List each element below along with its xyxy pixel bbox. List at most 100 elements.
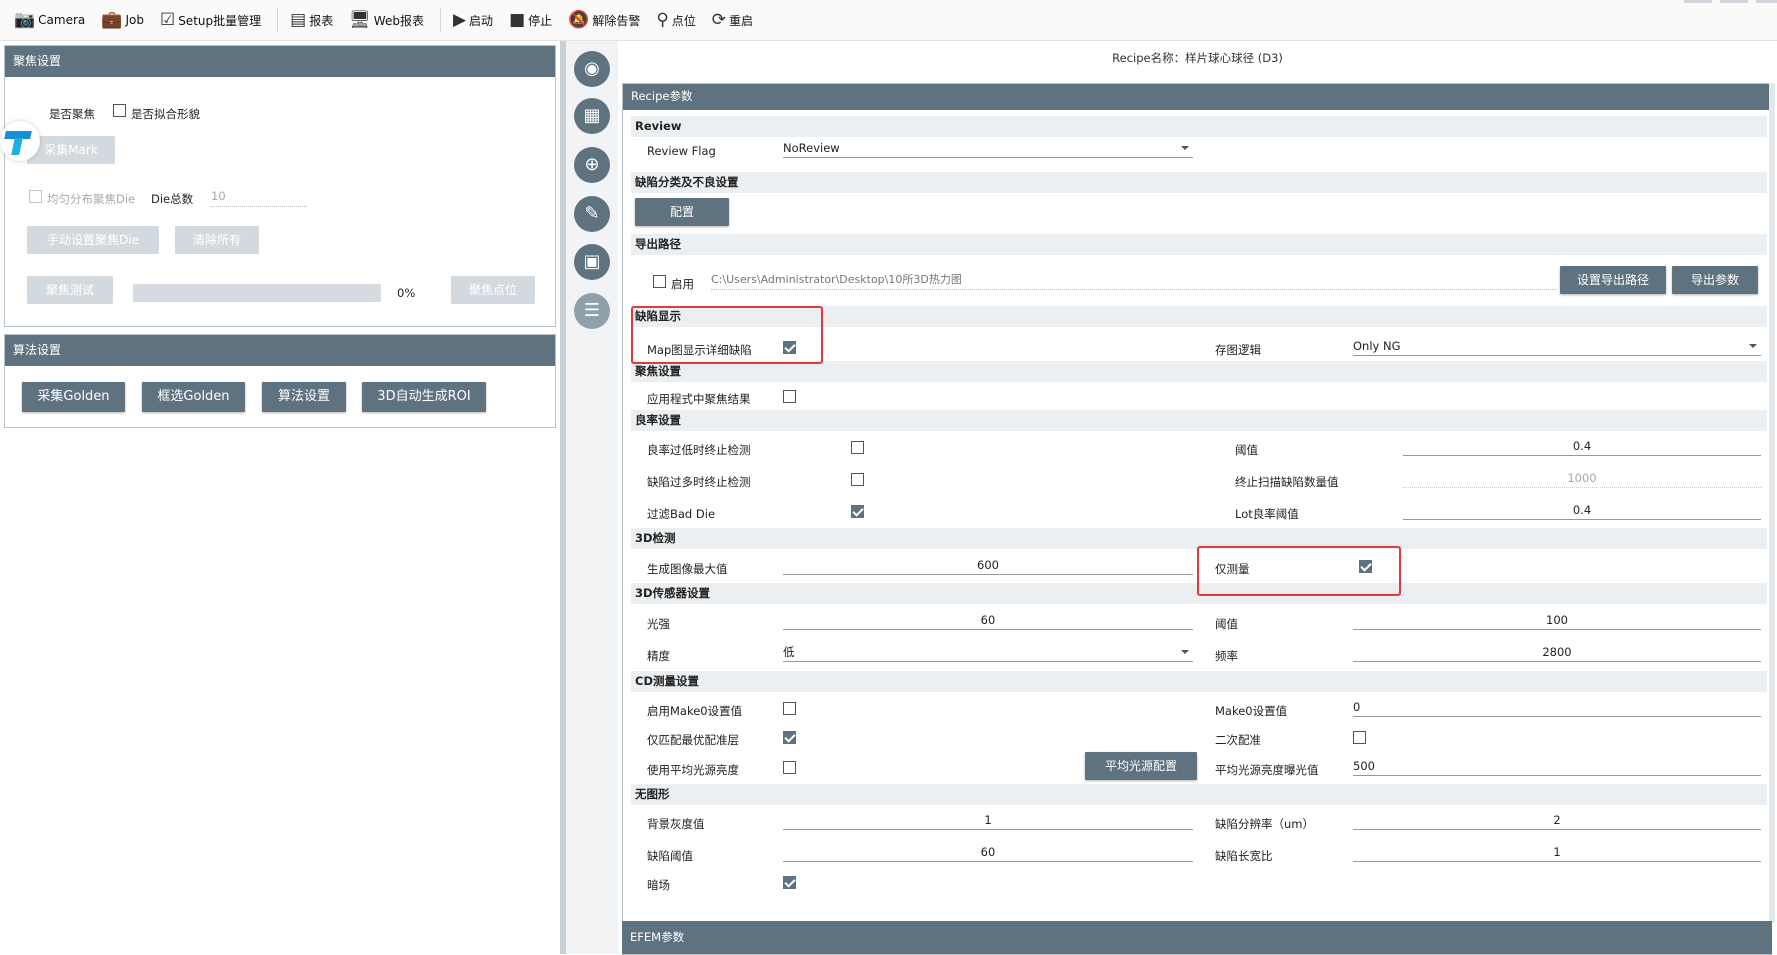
filter-bad-die-checkbox[interactable]: [851, 505, 864, 518]
recipe-name: Recipe名称：样片球心球径 (D3): [1112, 51, 1283, 65]
sensor-threshold-label: 阈值: [1215, 617, 1238, 631]
image-max-label: 生成图像最大值: [647, 562, 728, 576]
wafer-map-icon[interactable]: ▦: [574, 98, 610, 134]
light-intensity-input[interactable]: 60: [783, 610, 1193, 630]
report-button[interactable]: ▤ 报表: [284, 5, 339, 35]
stop-count-label: 终止扫描缺陷数量值: [1235, 475, 1339, 489]
lot-yield-input[interactable]: 0.4: [1403, 500, 1761, 520]
job-button[interactable]: 💼 Job: [95, 5, 150, 35]
window-minimize-button[interactable]: [1684, 0, 1712, 3]
focus-test-button[interactable]: 聚焦测试: [27, 276, 113, 304]
clear-alarm-button[interactable]: 🔕 解除告警: [562, 5, 646, 35]
export-enable-checkbox[interactable]: [653, 275, 666, 288]
fit-shape-checkbox[interactable]: [113, 104, 126, 117]
camera-icon[interactable]: ◉: [574, 51, 610, 87]
image-max-input[interactable]: 600: [783, 555, 1193, 575]
avg-light-checkbox[interactable]: [783, 761, 796, 774]
yield-threshold-label: 阈值: [1235, 443, 1258, 457]
highlight-measure-only: [1197, 546, 1401, 596]
web-report-icon: 🖥: [349, 9, 371, 30]
play-icon: ▶: [452, 9, 467, 30]
manual-die-button[interactable]: 手动设置聚焦Die: [27, 226, 159, 254]
camera-icon: 📷: [14, 9, 36, 30]
camera-button[interactable]: 📷 Camera: [8, 5, 91, 35]
set-export-path-button[interactable]: 设置导出路径: [1560, 266, 1666, 294]
uniform-die-label: 均匀分布聚焦Die: [47, 192, 136, 206]
make0-enable-checkbox[interactable]: [783, 702, 796, 715]
stop-count-input[interactable]: 1000: [1403, 468, 1761, 488]
image-icon[interactable]: ▣: [574, 244, 610, 280]
globe-settings-icon[interactable]: ⊕: [574, 147, 610, 183]
uniform-die-checkbox[interactable]: [29, 190, 42, 203]
start-button[interactable]: ▶ 启动: [447, 5, 499, 35]
window-maximize-button[interactable]: [1720, 0, 1748, 3]
save-logic-select[interactable]: Only NG: [1353, 336, 1761, 356]
low-yield-checkbox[interactable]: [851, 441, 864, 454]
avg-exposure-input[interactable]: 500: [1353, 756, 1761, 776]
make0-value-input[interactable]: 0: [1353, 697, 1761, 717]
recipe-params-panel: Recipe参数 Review Review Flag NoReview 缺陷分…: [622, 83, 1772, 955]
die-total-input[interactable]: 10: [211, 189, 307, 207]
recipe-scrollbar[interactable]: [1769, 83, 1775, 923]
algorithm-settings-button[interactable]: 算法设置: [262, 382, 346, 412]
web-report-button[interactable]: 🖥 Web报表: [343, 5, 430, 35]
restart-button[interactable]: ⟳ 重启: [706, 5, 759, 35]
focus-progress-text: 0%: [397, 286, 416, 300]
checklist-icon: ☑: [159, 9, 176, 30]
select-golden-button[interactable]: 框选Golden: [142, 382, 245, 412]
efem-params-header[interactable]: EFEM参数: [622, 921, 1772, 954]
focus-settings-panel: 聚焦设置 是否聚焦 是否拟合形貌 采集Mark 均匀分布聚焦Die Die总数 …: [4, 45, 556, 327]
clear-all-button[interactable]: 清除所有: [175, 226, 259, 254]
fit-shape-label: 是否拟合形貌: [131, 107, 200, 121]
save-logic-label: 存图逻辑: [1215, 343, 1261, 357]
focus-settings-header: 聚焦设置: [5, 46, 555, 77]
collect-golden-button[interactable]: 采集Golden: [22, 382, 125, 412]
yield-threshold-input[interactable]: 0.4: [1403, 436, 1761, 456]
highlight-defect-display: [631, 306, 823, 364]
section-export-path: 导出路径: [631, 234, 1767, 255]
checklist-icon[interactable]: ☰: [574, 293, 610, 329]
precision-label: 精度: [647, 649, 670, 663]
avg-light-config-button[interactable]: 平均光源配置: [1085, 752, 1197, 780]
section-defect-class: 缺陷分类及不良设置: [631, 172, 1767, 193]
collect-mark-button[interactable]: 采集Mark: [27, 136, 115, 164]
focus-point-button[interactable]: 聚焦点位: [451, 276, 535, 304]
die-total-label: Die总数: [151, 192, 194, 206]
defect-aspect-input[interactable]: 1: [1353, 842, 1761, 862]
review-flag-select[interactable]: NoReview: [783, 138, 1193, 158]
defect-aspect-label: 缺陷长宽比: [1215, 849, 1273, 863]
frequency-input[interactable]: 2800: [1353, 642, 1761, 662]
bg-gray-label: 背景灰度值: [647, 817, 705, 831]
too-many-defects-label: 缺陷过多时终止检测: [647, 475, 751, 489]
light-intensity-label: 光强: [647, 617, 670, 631]
main-toolbar: 📷 Camera 💼 Job ☑ Setup批量管理 ▤ 报表 🖥 Web报表 ▶ 启动 ■…: [0, 0, 1777, 41]
best-layer-checkbox[interactable]: [783, 731, 796, 744]
second-align-checkbox[interactable]: [1353, 731, 1366, 744]
apply-focus-checkbox[interactable]: [783, 390, 796, 403]
ruler-tool-icon[interactable]: ✎: [574, 196, 610, 232]
lot-yield-label: Lot良率阈值: [1235, 507, 1299, 521]
best-layer-label: 仅匹配最优配准层: [647, 733, 739, 747]
filter-bad-die-label: 过滤Bad Die: [647, 507, 716, 521]
defect-resolution-label: 缺陷分辨率（um）: [1215, 817, 1314, 831]
export-params-button[interactable]: 导出参数: [1672, 266, 1758, 294]
sensor-threshold-input[interactable]: 100: [1353, 610, 1761, 630]
stop-icon: ■: [509, 9, 526, 30]
export-path-input[interactable]: C:\Users\Administrator\Desktop\10所3D热力图: [711, 270, 1557, 290]
precision-select[interactable]: 低: [783, 642, 1193, 662]
position-button[interactable]: ⚲ 点位: [650, 5, 701, 35]
auto-generate-roi-button[interactable]: 3D自动生成ROI: [362, 382, 486, 412]
defect-threshold-input[interactable]: 60: [783, 842, 1193, 862]
defect-threshold-label: 缺陷阈值: [647, 849, 693, 863]
too-many-defects-checkbox[interactable]: [851, 473, 864, 486]
defect-config-button[interactable]: 配置: [635, 198, 729, 226]
setup-batch-button[interactable]: ☑ Setup批量管理: [154, 5, 267, 35]
focus-enabled-label: 是否聚焦: [49, 107, 95, 121]
dark-field-checkbox[interactable]: [783, 876, 796, 889]
bg-gray-input[interactable]: 1: [783, 810, 1193, 830]
stop-button[interactable]: ■ 停止: [503, 5, 558, 35]
defect-resolution-input[interactable]: 2: [1353, 810, 1761, 830]
review-flag-label: Review Flag: [647, 144, 716, 158]
make0-enable-label: 启用Make0设置值: [647, 704, 743, 718]
window-close-button[interactable]: [1756, 0, 1777, 3]
